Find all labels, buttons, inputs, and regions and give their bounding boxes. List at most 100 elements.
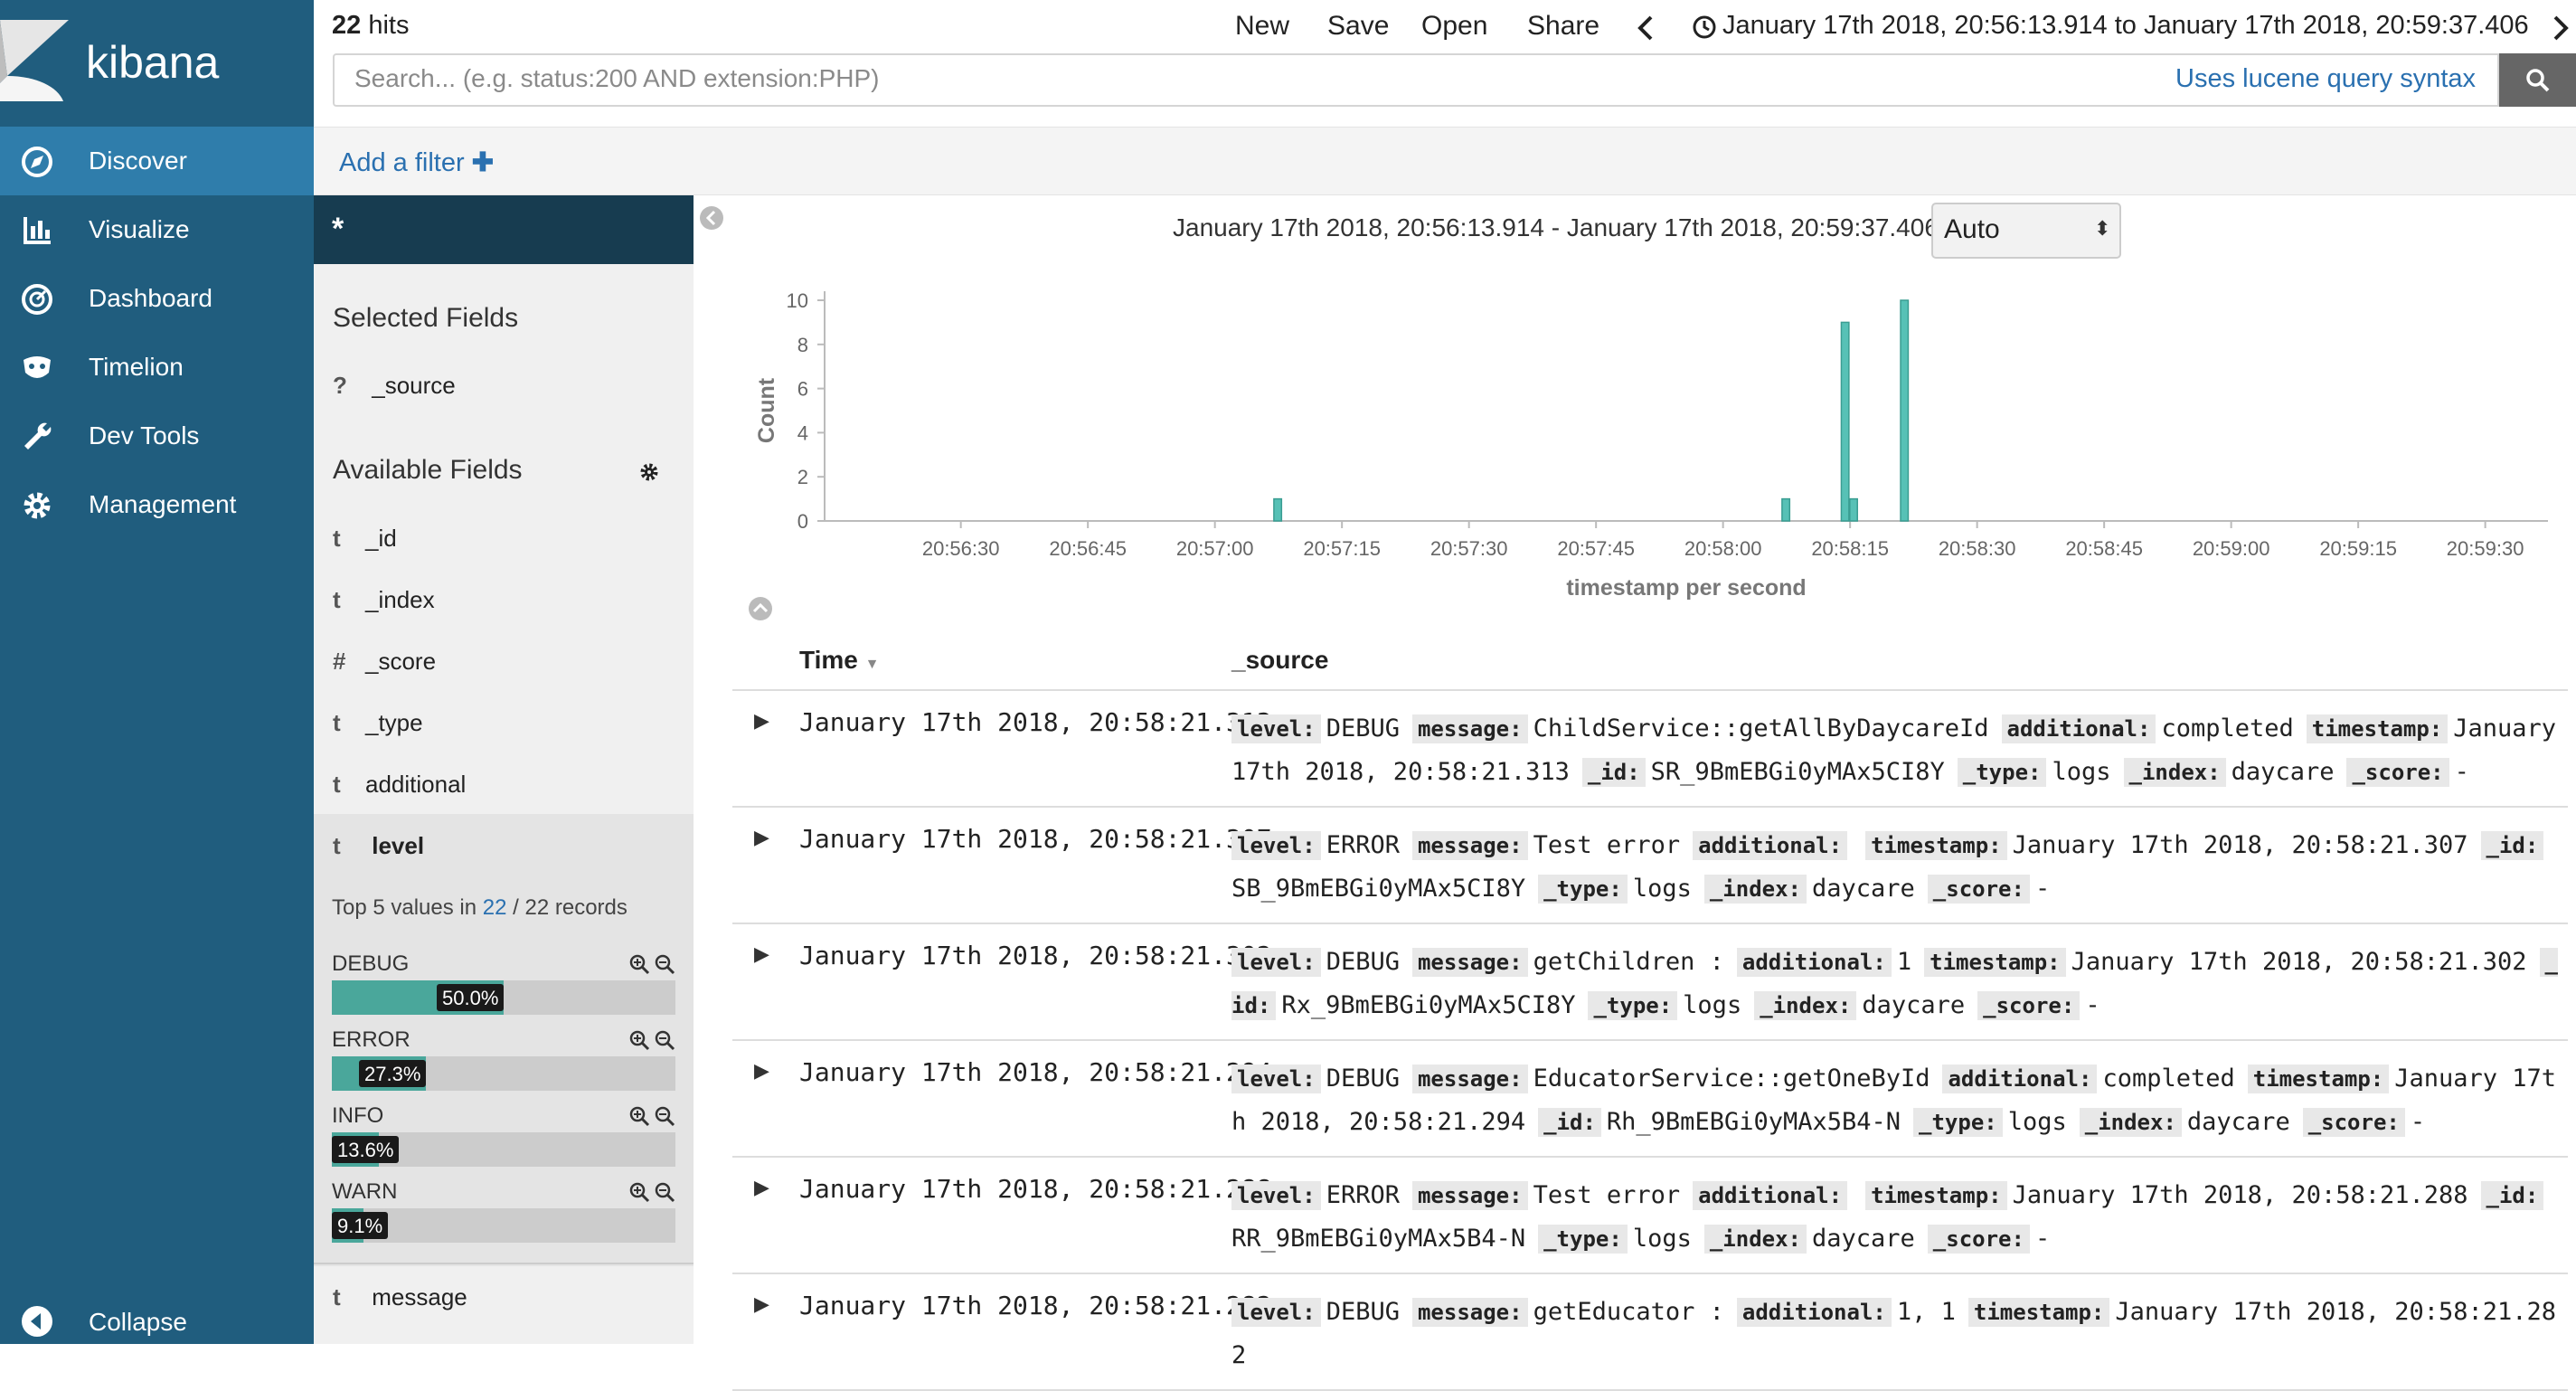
sidebar-item-discover[interactable]: Discover bbox=[0, 127, 314, 195]
source-field-key: _type: bbox=[1957, 758, 2047, 787]
add-filter-button[interactable]: Add a filter ✚ bbox=[339, 147, 494, 178]
sidebar-item-management[interactable]: Management bbox=[0, 470, 314, 539]
field-name: _score bbox=[365, 648, 437, 675]
time-back-chevron-icon[interactable] bbox=[1635, 14, 1656, 42]
sort-down-icon[interactable]: ▼ bbox=[865, 657, 880, 672]
y-tick-label: 0 bbox=[797, 510, 808, 533]
zoom-in-icon[interactable] bbox=[628, 953, 650, 975]
zoom-out-icon[interactable] bbox=[654, 1029, 675, 1051]
bar-chart-icon bbox=[24, 217, 51, 244]
source-field-key: timestamp: bbox=[1865, 1181, 2007, 1210]
table-row: ▶ January 17th 2018, 20:58:21.294 level: DE… bbox=[732, 1041, 2568, 1158]
field-item-type[interactable]: t _type bbox=[333, 709, 423, 737]
gear-icon[interactable] bbox=[638, 461, 660, 483]
source-field-value: DEBUG bbox=[1326, 714, 1400, 743]
time-column-header[interactable]: Time ▼ bbox=[799, 646, 879, 675]
source-field-key: message: bbox=[1411, 1181, 1528, 1210]
sidebar-item-visualize[interactable]: Visualize bbox=[0, 195, 314, 264]
sidebar-item-timelion[interactable]: Timelion bbox=[0, 333, 314, 402]
x-axis-label: timestamp per second bbox=[1566, 575, 1806, 601]
expand-row-icon[interactable]: ▶ bbox=[754, 709, 769, 733]
value-percent: 13.6% bbox=[332, 1136, 400, 1163]
time-forward-chevron-icon[interactable] bbox=[2550, 14, 2571, 42]
time-header-label: Time bbox=[799, 646, 858, 674]
field-item-source[interactable]: ? _source bbox=[333, 372, 456, 400]
top-values-count-link[interactable]: 22 bbox=[483, 895, 507, 920]
wrench-icon bbox=[24, 422, 52, 449]
new-button[interactable]: New bbox=[1235, 11, 1289, 42]
source-field-key: additional: bbox=[1693, 1181, 1848, 1210]
time-range-picker[interactable]: January 17th 2018, 20:56:13.914 to Janua… bbox=[1722, 11, 2529, 41]
value-bar-error: 27.3% bbox=[332, 1056, 675, 1091]
x-tick-label: 20:57:15 bbox=[1303, 537, 1381, 560]
histogram-bar-3 bbox=[1849, 497, 1858, 522]
collapse-sidebar-icon[interactable] bbox=[698, 204, 725, 232]
brand-name: kibana bbox=[86, 37, 220, 88]
collapse-label: Collapse bbox=[89, 1308, 187, 1336]
source-field-value: logs bbox=[2007, 1108, 2067, 1136]
zoom-in-icon[interactable] bbox=[628, 1105, 650, 1127]
collapse-button[interactable]: Collapse bbox=[0, 1295, 314, 1344]
source-field-value: daycare bbox=[2231, 758, 2335, 786]
filter-icons bbox=[628, 1029, 678, 1053]
source-field-key: message: bbox=[1411, 1065, 1528, 1093]
zoom-out-icon[interactable] bbox=[654, 1181, 675, 1203]
field-item-id[interactable]: t _id bbox=[333, 525, 397, 553]
lucene-syntax-link[interactable]: Uses lucene query syntax bbox=[2175, 64, 2476, 94]
filter-icons bbox=[628, 953, 678, 977]
field-item-level[interactable]: t level bbox=[333, 832, 424, 860]
x-tick-label: 20:59:30 bbox=[2447, 537, 2524, 560]
field-item-message[interactable]: t message bbox=[333, 1283, 467, 1311]
zoom-in-icon[interactable] bbox=[628, 1029, 650, 1051]
zoom-out-icon[interactable] bbox=[654, 953, 675, 975]
expand-row-icon[interactable]: ▶ bbox=[754, 826, 769, 849]
source-field-value: DEBUG bbox=[1326, 1298, 1400, 1326]
expand-row-icon[interactable]: ▶ bbox=[754, 1176, 769, 1199]
zoom-out-icon[interactable] bbox=[654, 1105, 675, 1127]
clock-icon bbox=[1693, 15, 1716, 39]
logo-area[interactable]: kibana bbox=[0, 0, 314, 127]
search-icon bbox=[2526, 69, 2550, 92]
field-itemadditional[interactable]: t additional bbox=[333, 771, 466, 799]
x-tick-label: 20:59:00 bbox=[2193, 537, 2270, 560]
share-button[interactable]: Share bbox=[1527, 11, 1599, 42]
zoom-in-icon[interactable] bbox=[628, 1181, 650, 1203]
filter-icons bbox=[628, 1105, 678, 1129]
source-field-key: timestamp: bbox=[2247, 1065, 2390, 1093]
sidebar-item-dashboard[interactable]: Dashboard bbox=[0, 264, 314, 333]
collapse-chart-icon[interactable] bbox=[747, 595, 774, 622]
source-field-key: _index: bbox=[2123, 758, 2226, 787]
save-button[interactable]: Save bbox=[1327, 11, 1389, 42]
value-label-warn: WARN bbox=[332, 1179, 398, 1204]
x-tick-label: 20:57:30 bbox=[1430, 537, 1508, 560]
source-field-key: _id: bbox=[1538, 1108, 1601, 1137]
sidebar-item-label: Dashboard bbox=[89, 284, 212, 312]
field-type-icon: # bbox=[333, 648, 346, 675]
index-pattern-selector[interactable]: * bbox=[314, 195, 694, 264]
source-field-value: logs bbox=[1632, 1225, 1692, 1253]
compass-icon bbox=[22, 147, 52, 177]
field-name: _id bbox=[365, 525, 397, 552]
field-name: _type bbox=[365, 709, 423, 736]
sidebar-item-dev-tools[interactable]: Dev Tools bbox=[0, 402, 314, 470]
source-field-key: level: bbox=[1231, 714, 1321, 743]
histogram-bar-0 bbox=[1273, 497, 1283, 522]
index-pattern-name: * bbox=[332, 212, 344, 246]
source-field-value: ERROR bbox=[1326, 831, 1400, 859]
value-bar-debug: 50.0% bbox=[332, 980, 675, 1015]
field-item-score[interactable]: # _score bbox=[333, 648, 436, 676]
source-field-value: DEBUG bbox=[1326, 948, 1400, 976]
expand-row-icon[interactable]: ▶ bbox=[754, 1292, 769, 1316]
row-source: level: ERROR message: Test error additional:… bbox=[1231, 824, 2561, 911]
top-values-suffix: / 22 records bbox=[513, 895, 627, 920]
source-field-value: Test error bbox=[1533, 831, 1681, 859]
source-field-value: daycare bbox=[1862, 991, 1966, 1019]
search-button[interactable] bbox=[2499, 53, 2576, 107]
source-field-value: - bbox=[2085, 991, 2100, 1019]
source-field-key: timestamp: bbox=[1865, 831, 2007, 860]
expand-row-icon[interactable]: ▶ bbox=[754, 1059, 769, 1083]
field-item-index[interactable]: t _index bbox=[333, 586, 435, 614]
gear-icon bbox=[24, 492, 51, 519]
expand-row-icon[interactable]: ▶ bbox=[754, 942, 769, 966]
open-button[interactable]: Open bbox=[1421, 11, 1487, 42]
